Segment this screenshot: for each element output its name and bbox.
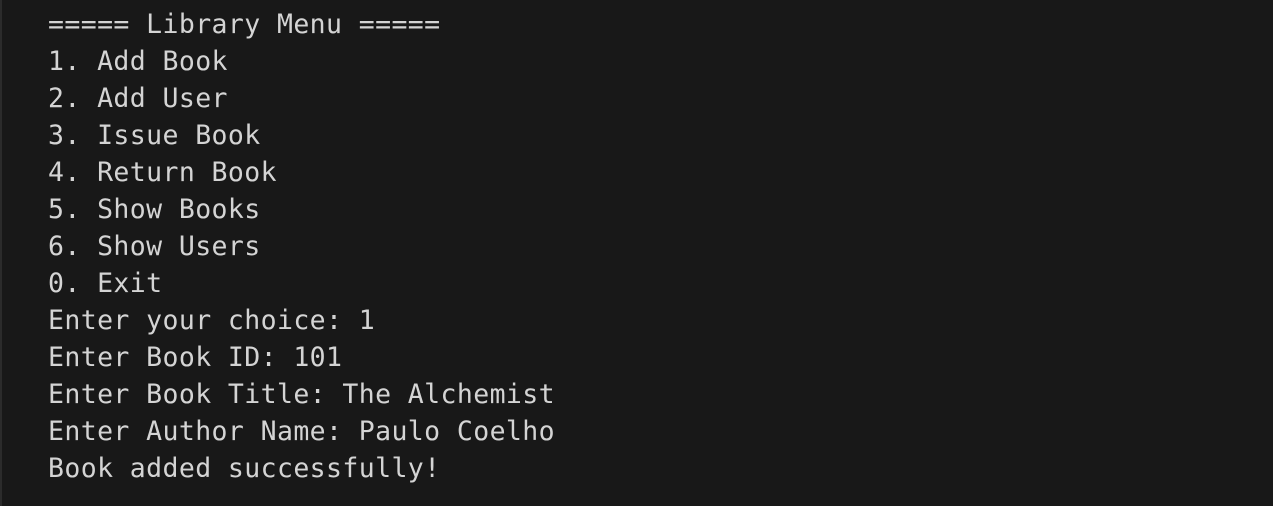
menu-option-issue-book: 3. Issue Book bbox=[48, 120, 261, 151]
menu-option-exit: 0. Exit bbox=[48, 268, 163, 299]
menu-option-return-book: 4. Return Book bbox=[48, 157, 277, 188]
menu-header: ===== Library Menu ===== bbox=[48, 9, 441, 40]
success-message: Book added successfully! bbox=[48, 453, 441, 484]
book-title-prompt: Enter Book Title: The Alchemist bbox=[48, 379, 555, 410]
choice-prompt: Enter your choice: 1 bbox=[48, 305, 376, 336]
menu-option-show-users: 6. Show Users bbox=[48, 231, 261, 262]
book-id-prompt: Enter Book ID: 101 bbox=[48, 342, 343, 373]
menu-option-add-book: 1. Add Book bbox=[48, 46, 228, 77]
menu-option-show-books: 5. Show Books bbox=[48, 194, 261, 225]
terminal-output[interactable]: ===== Library Menu ===== 1. Add Book 2. … bbox=[0, 0, 1273, 506]
menu-option-add-user: 2. Add User bbox=[48, 83, 228, 114]
author-name-prompt: Enter Author Name: Paulo Coelho bbox=[48, 416, 555, 447]
